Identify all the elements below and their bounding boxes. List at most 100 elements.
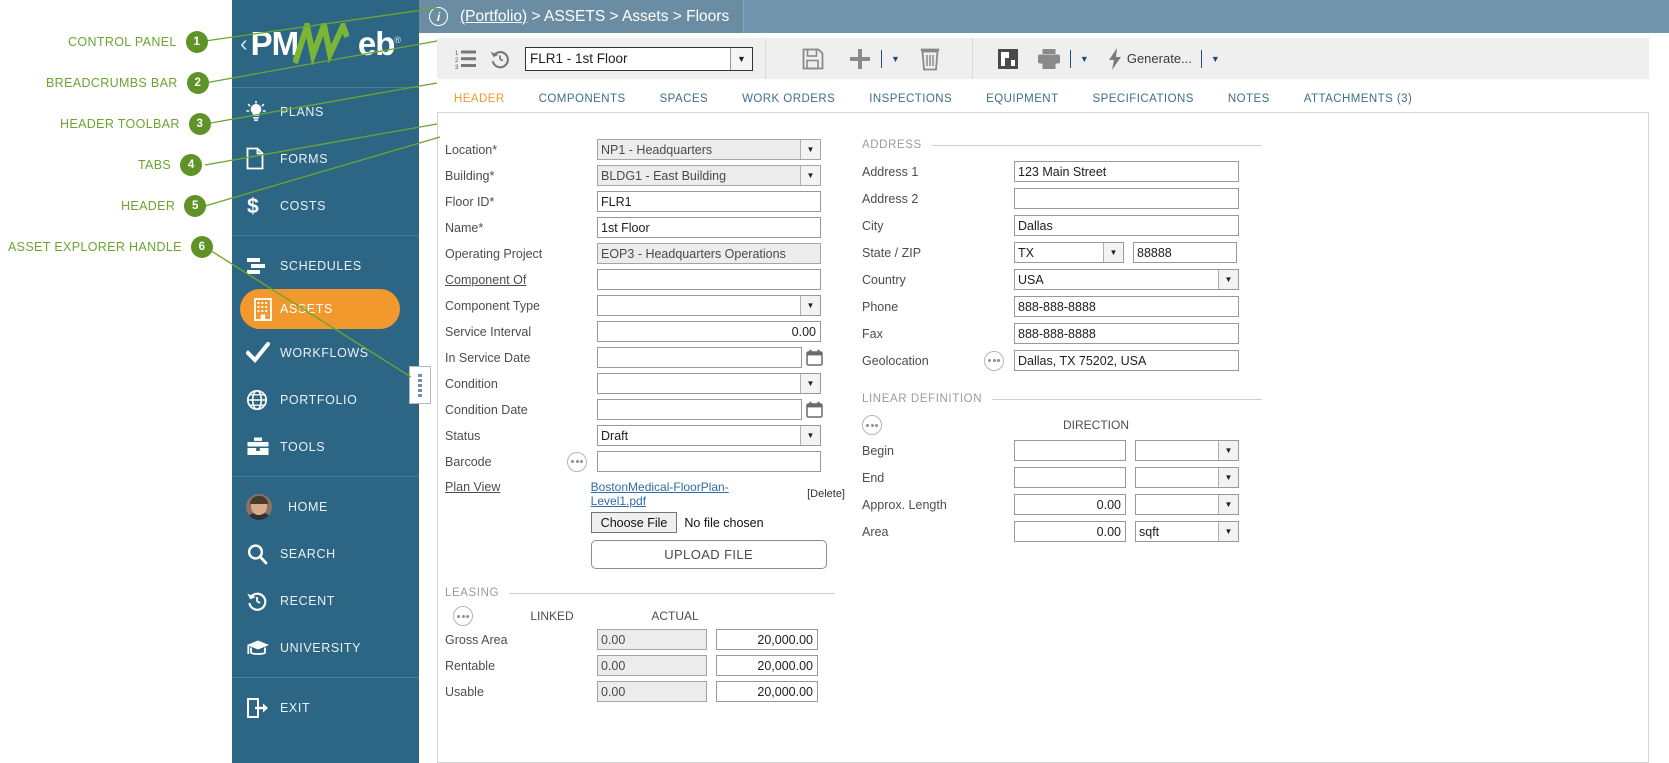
grip-dots-icon bbox=[418, 374, 422, 397]
geolocation-input[interactable]: Dallas, TX 75202, USA bbox=[1014, 350, 1239, 371]
component-type-select[interactable]: ▼ bbox=[597, 295, 821, 316]
sidebar-item-home[interactable]: HOME bbox=[232, 483, 419, 530]
floor-id-input[interactable]: FLR1 bbox=[597, 191, 821, 212]
condition-select[interactable]: ▼ bbox=[597, 373, 821, 394]
chevron-down-icon[interactable]: ▼ bbox=[800, 166, 820, 185]
geolocation-options-icon[interactable] bbox=[984, 351, 1004, 371]
annotation-label: HEADER bbox=[121, 199, 175, 213]
breadcrumb-root-link[interactable]: (Portfolio) bbox=[460, 8, 527, 26]
zip-input[interactable]: 88888 bbox=[1133, 242, 1237, 263]
generate-button-label[interactable]: Generate... bbox=[1127, 51, 1192, 66]
approx-length-direction-select[interactable]: ▼ bbox=[1135, 494, 1239, 515]
sidebar-item-workflows[interactable]: WORKFLOWS bbox=[232, 329, 419, 376]
tab-work-orders[interactable]: WORK ORDERS bbox=[725, 93, 852, 105]
tab-spaces[interactable]: SPACES bbox=[643, 93, 726, 105]
sidebar-item-search[interactable]: SEARCH bbox=[232, 530, 419, 577]
sidebar-item-portfolio[interactable]: PORTFOLIO bbox=[232, 376, 419, 423]
sidebar-item-forms[interactable]: FORMS bbox=[232, 135, 419, 182]
record-selector[interactable]: FLR1 - 1st Floor ▼ bbox=[525, 47, 753, 71]
calendar-icon[interactable] bbox=[806, 349, 823, 366]
plan-view-file-link[interactable]: BostonMedical-FloorPlan-Level1.pdf bbox=[591, 480, 773, 508]
state-select[interactable]: TX ▼ bbox=[1014, 242, 1124, 263]
location-field[interactable]: NP1 - Headquarters ▼ bbox=[597, 139, 821, 160]
tab-inspections[interactable]: INSPECTIONS bbox=[852, 93, 969, 105]
barcode-options-icon[interactable] bbox=[567, 452, 587, 472]
begin-direction-select[interactable]: ▼ bbox=[1135, 440, 1239, 461]
chevron-down-icon[interactable]: ▼ bbox=[1218, 270, 1238, 289]
sidebar-item-exit[interactable]: EXIT bbox=[232, 684, 419, 731]
barcode-input[interactable] bbox=[597, 451, 821, 472]
tab-header[interactable]: HEADER bbox=[437, 93, 522, 105]
chevron-down-icon[interactable]: ▼ bbox=[1103, 243, 1123, 262]
sidebar-item-university[interactable]: UNIVERSITY bbox=[232, 624, 419, 671]
print-dropdown-chevron-down-icon[interactable]: ▼ bbox=[1080, 54, 1089, 64]
area-unit-select[interactable]: sqft ▼ bbox=[1135, 521, 1239, 542]
approx-length-input[interactable]: 0.00 bbox=[1014, 494, 1126, 515]
history-icon[interactable] bbox=[489, 48, 511, 70]
component-of-label-link[interactable]: Component Of bbox=[445, 273, 597, 287]
asset-explorer-handle[interactable] bbox=[409, 366, 431, 404]
upload-file-button[interactable]: UPLOAD FILE bbox=[591, 540, 827, 569]
chevron-down-icon[interactable]: ▼ bbox=[1218, 468, 1238, 487]
in-service-date-input[interactable] bbox=[597, 347, 802, 368]
tab-specifications[interactable]: SPECIFICATIONS bbox=[1076, 93, 1211, 105]
address2-label: Address 2 bbox=[862, 192, 1014, 206]
end-input[interactable] bbox=[1014, 467, 1126, 488]
printer-icon[interactable] bbox=[1037, 48, 1061, 70]
area-input[interactable]: 0.00 bbox=[1014, 521, 1126, 542]
building-field[interactable]: BLDG1 - East Building ▼ bbox=[597, 165, 821, 186]
sidebar-item-schedules[interactable]: SCHEDULES bbox=[232, 242, 419, 289]
service-interval-input[interactable]: 0.00 bbox=[597, 321, 821, 342]
template-icon[interactable] bbox=[997, 48, 1019, 70]
begin-input[interactable] bbox=[1014, 440, 1126, 461]
tab-components[interactable]: COMPONENTS bbox=[522, 93, 643, 105]
choose-file-button[interactable]: Choose File bbox=[591, 512, 678, 533]
chevron-down-icon[interactable]: ▼ bbox=[1218, 522, 1238, 541]
usable-actual-input[interactable]: 20,000.00 bbox=[716, 681, 818, 702]
address2-input[interactable] bbox=[1014, 188, 1239, 209]
chevron-down-icon[interactable]: ▼ bbox=[800, 140, 820, 159]
country-select[interactable]: USA ▼ bbox=[1014, 269, 1239, 290]
chevron-down-icon[interactable]: ▼ bbox=[1218, 495, 1238, 514]
chevron-down-icon[interactable]: ▼ bbox=[1218, 441, 1238, 460]
plan-view-delete-link[interactable]: [Delete] bbox=[807, 488, 845, 500]
gross-area-actual-input[interactable]: 20,000.00 bbox=[716, 629, 818, 650]
name-input[interactable]: 1st Floor bbox=[597, 217, 821, 238]
condition-date-input[interactable] bbox=[597, 399, 802, 420]
address1-input[interactable]: 123 Main Street bbox=[1014, 161, 1239, 182]
sidebar-item-tools[interactable]: TOOLS bbox=[232, 423, 419, 470]
calendar-icon[interactable] bbox=[806, 401, 823, 418]
save-icon[interactable] bbox=[802, 48, 824, 70]
sidebar-item-assets[interactable]: ASSETS bbox=[240, 289, 400, 329]
lightning-icon[interactable] bbox=[1107, 47, 1123, 71]
info-icon[interactable]: i bbox=[429, 7, 448, 26]
linear-options-icon[interactable] bbox=[862, 415, 882, 435]
end-direction-select[interactable]: ▼ bbox=[1135, 467, 1239, 488]
plan-view-label-link[interactable]: Plan View bbox=[445, 480, 591, 494]
sidebar-item-costs[interactable]: $ COSTS bbox=[232, 182, 419, 229]
city-input[interactable]: Dallas bbox=[1014, 215, 1239, 236]
chevron-down-icon[interactable]: ▼ bbox=[800, 296, 820, 315]
numbered-list-icon[interactable]: 123 bbox=[455, 49, 477, 69]
sidebar-item-plans[interactable]: PLANS bbox=[232, 88, 419, 135]
component-of-input[interactable] bbox=[597, 269, 821, 290]
chevron-down-icon[interactable]: ▼ bbox=[800, 426, 820, 445]
collapse-sidebar-chevron-left-icon[interactable]: ‹ bbox=[240, 30, 248, 57]
chevron-down-icon[interactable]: ▼ bbox=[730, 48, 752, 70]
plus-icon[interactable] bbox=[848, 47, 872, 71]
leasing-options-icon[interactable] bbox=[453, 606, 473, 626]
leasing-row-gross-area: Gross Area 0.00 20,000.00 bbox=[445, 629, 835, 650]
add-dropdown-chevron-down-icon[interactable]: ▼ bbox=[891, 54, 900, 64]
fax-input[interactable]: 888-888-8888 bbox=[1014, 323, 1239, 344]
tab-notes[interactable]: NOTES bbox=[1211, 93, 1287, 105]
tab-attachments[interactable]: ATTACHMENTS (3) bbox=[1287, 93, 1430, 105]
rentable-actual-input[interactable]: 20,000.00 bbox=[716, 655, 818, 676]
pmweb-logo[interactable]: ‹ PMWWeb® bbox=[232, 0, 419, 88]
generate-dropdown-chevron-down-icon[interactable]: ▼ bbox=[1211, 54, 1220, 64]
tab-equipment[interactable]: EQUIPMENT bbox=[969, 93, 1075, 105]
sidebar-item-recent[interactable]: RECENT bbox=[232, 577, 419, 624]
status-select[interactable]: Draft ▼ bbox=[597, 425, 821, 446]
phone-input[interactable]: 888-888-8888 bbox=[1014, 296, 1239, 317]
trash-icon[interactable] bbox=[920, 47, 940, 71]
chevron-down-icon[interactable]: ▼ bbox=[800, 374, 820, 393]
